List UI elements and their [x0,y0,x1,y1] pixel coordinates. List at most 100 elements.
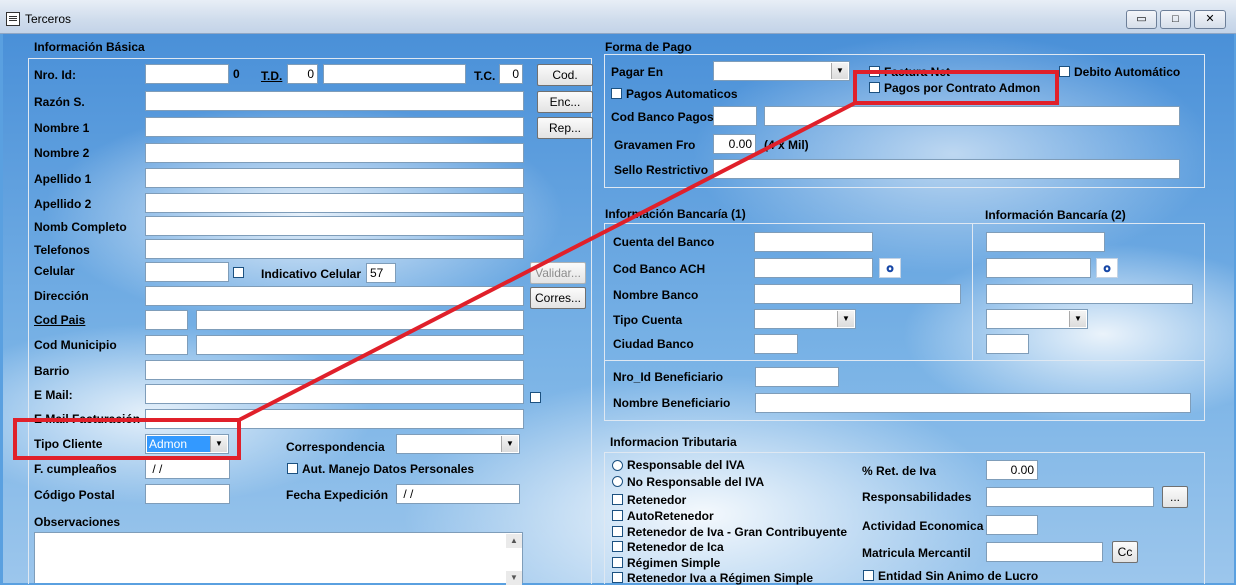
gravamen-label: Gravamen Fro [614,138,696,152]
tipo-cuenta1-select[interactable]: ▼ [754,309,856,329]
cod-ach-label: Cod Banco ACH [613,262,706,276]
pais-name-input[interactable] [196,310,524,330]
cod-button[interactable]: Cod. [537,64,593,86]
ciudad-banco2-input[interactable] [986,334,1029,354]
nro-benef-label: Nro_Id Beneficiario [613,370,724,384]
entidad-checkbox[interactable] [863,570,874,581]
retenedor-checkbox[interactable] [612,494,623,505]
nombre-banco2-input[interactable] [986,284,1193,304]
cod-banco-pagos-label: Cod Banco Pagos [611,110,714,124]
cod-pais-input[interactable] [145,310,188,330]
celular-checkbox[interactable] [233,267,244,278]
cuenta-banco2-input[interactable] [986,232,1105,252]
matricula-label: Matricula Mercantil [862,546,971,560]
responsabilidades-browse-button[interactable]: ... [1162,486,1188,508]
no-responsable-label: No Responsable del IVA [627,475,765,489]
razon-input[interactable] [145,91,524,111]
pagos-auto-checkbox[interactable] [611,88,622,99]
enc-button[interactable]: Enc... [537,91,593,113]
entidad-label: Entidad Sin Animo de Lucro [878,569,1039,583]
direccion-input[interactable] [145,286,524,306]
sello-input[interactable] [713,159,1180,179]
minimize-button[interactable]: ▭ [1126,10,1157,29]
responsable-radio[interactable] [612,460,623,471]
td-label: T.D. [261,69,283,83]
bancaria1-title: Información Bancaría (1) [605,207,746,221]
cod-pais-label[interactable]: Cod Pais [34,313,85,327]
nombre-banco1-input[interactable] [754,284,961,304]
tc-input[interactable]: 0 [499,64,523,84]
rep-button[interactable]: Rep... [537,117,593,139]
pagos-contrato-checkbox[interactable] [869,82,880,93]
email-fact-input[interactable] [145,409,524,429]
actividad-input[interactable] [986,515,1038,535]
nombre-benef-label: Nombre Beneficiario [613,396,731,410]
no-responsable-radio[interactable] [612,476,623,487]
actividad-label: Actividad Economica [862,519,984,533]
td-input[interactable]: 0 [287,64,318,84]
maximize-button[interactable]: □ [1160,10,1191,29]
nombre-banco-label: Nombre Banco [613,288,699,302]
codigo-postal-input[interactable] [145,484,230,504]
f-cumple-input[interactable]: / / [145,459,230,479]
cuenta-banco1-input[interactable] [754,232,873,252]
cod-municipio-input[interactable] [145,335,188,355]
aut-manejo-checkbox[interactable] [287,463,298,474]
ret-iva-regimen-checkbox[interactable] [612,572,623,583]
tipo-cliente-select[interactable]: Admon ▼ [145,434,229,454]
search-bank1-binoculars-icon[interactable]: 𝛐 [879,258,901,278]
apellido1-input[interactable] [145,168,524,188]
window-titlebar: Terceros ▭ □ ✕ [0,0,1236,34]
validar-button[interactable]: Validar... [530,262,586,284]
scroll-up-icon[interactable]: ▲ [506,534,522,548]
debito-auto-checkbox[interactable] [1059,66,1070,77]
nombre-benef-input[interactable] [755,393,1191,413]
bancaria2-title: Información Bancaría (2) [985,208,1126,222]
cod-ach2-input[interactable] [986,258,1091,278]
regimen-checkbox[interactable] [612,557,623,568]
close-button[interactable]: ✕ [1194,10,1226,29]
cod-banco-pagos-desc-input[interactable] [764,106,1180,126]
sello-label: Sello Restrictivo [614,163,709,177]
cod-ach1-input[interactable] [754,258,873,278]
correspondencia-select[interactable]: ▼ [396,434,520,454]
observaciones-textarea[interactable]: ▲ ▼ [34,532,523,585]
ret-iva-input[interactable]: 0.00 [986,460,1038,480]
pagar-en-select[interactable]: ▼ [713,61,850,81]
matricula-input[interactable] [986,542,1103,562]
razon-label: Razón S. [34,95,85,109]
email-input[interactable] [145,384,524,404]
ciudad-banco1-input[interactable] [754,334,798,354]
cod-banco-pagos-input[interactable] [713,106,757,126]
tipo-cuenta2-select[interactable]: ▼ [986,309,1088,329]
fecha-exp-input[interactable]: / / [396,484,520,504]
telefonos-input[interactable] [145,239,524,259]
chevron-down-icon: ▼ [210,436,227,452]
apellido2-input[interactable] [145,193,524,213]
window-title: Terceros [25,12,72,26]
td-description-input[interactable] [323,64,466,84]
apellido2-label: Apellido 2 [34,197,92,211]
close-icon: ✕ [1205,13,1215,25]
factura-net-checkbox[interactable] [869,66,880,77]
ret-gran-checkbox[interactable] [612,526,623,537]
celular-input[interactable] [145,262,229,282]
autoretenedor-checkbox[interactable] [612,510,623,521]
responsabilidades-input[interactable] [986,487,1154,507]
nombre2-label: Nombre 2 [34,146,90,160]
matricula-cc-button[interactable]: Cc [1112,541,1138,563]
gravamen-input[interactable]: 0.00 [713,134,756,154]
apellido1-label: Apellido 1 [34,172,92,186]
email-checkbox[interactable] [530,392,541,403]
nro-id-input[interactable] [145,64,229,84]
indicativo-input[interactable]: 57 [366,263,396,283]
nombre1-input[interactable] [145,117,524,137]
nomb-completo-input[interactable] [145,216,524,236]
nombre2-input[interactable] [145,143,524,163]
nro-benef-input[interactable] [755,367,839,387]
barrio-input[interactable] [145,360,524,380]
municipio-name-input[interactable] [196,335,524,355]
search-bank2-binoculars-icon[interactable]: 𝛐 [1096,258,1118,278]
ret-ica-checkbox[interactable] [612,541,623,552]
corres-button[interactable]: Corres... [530,287,586,309]
